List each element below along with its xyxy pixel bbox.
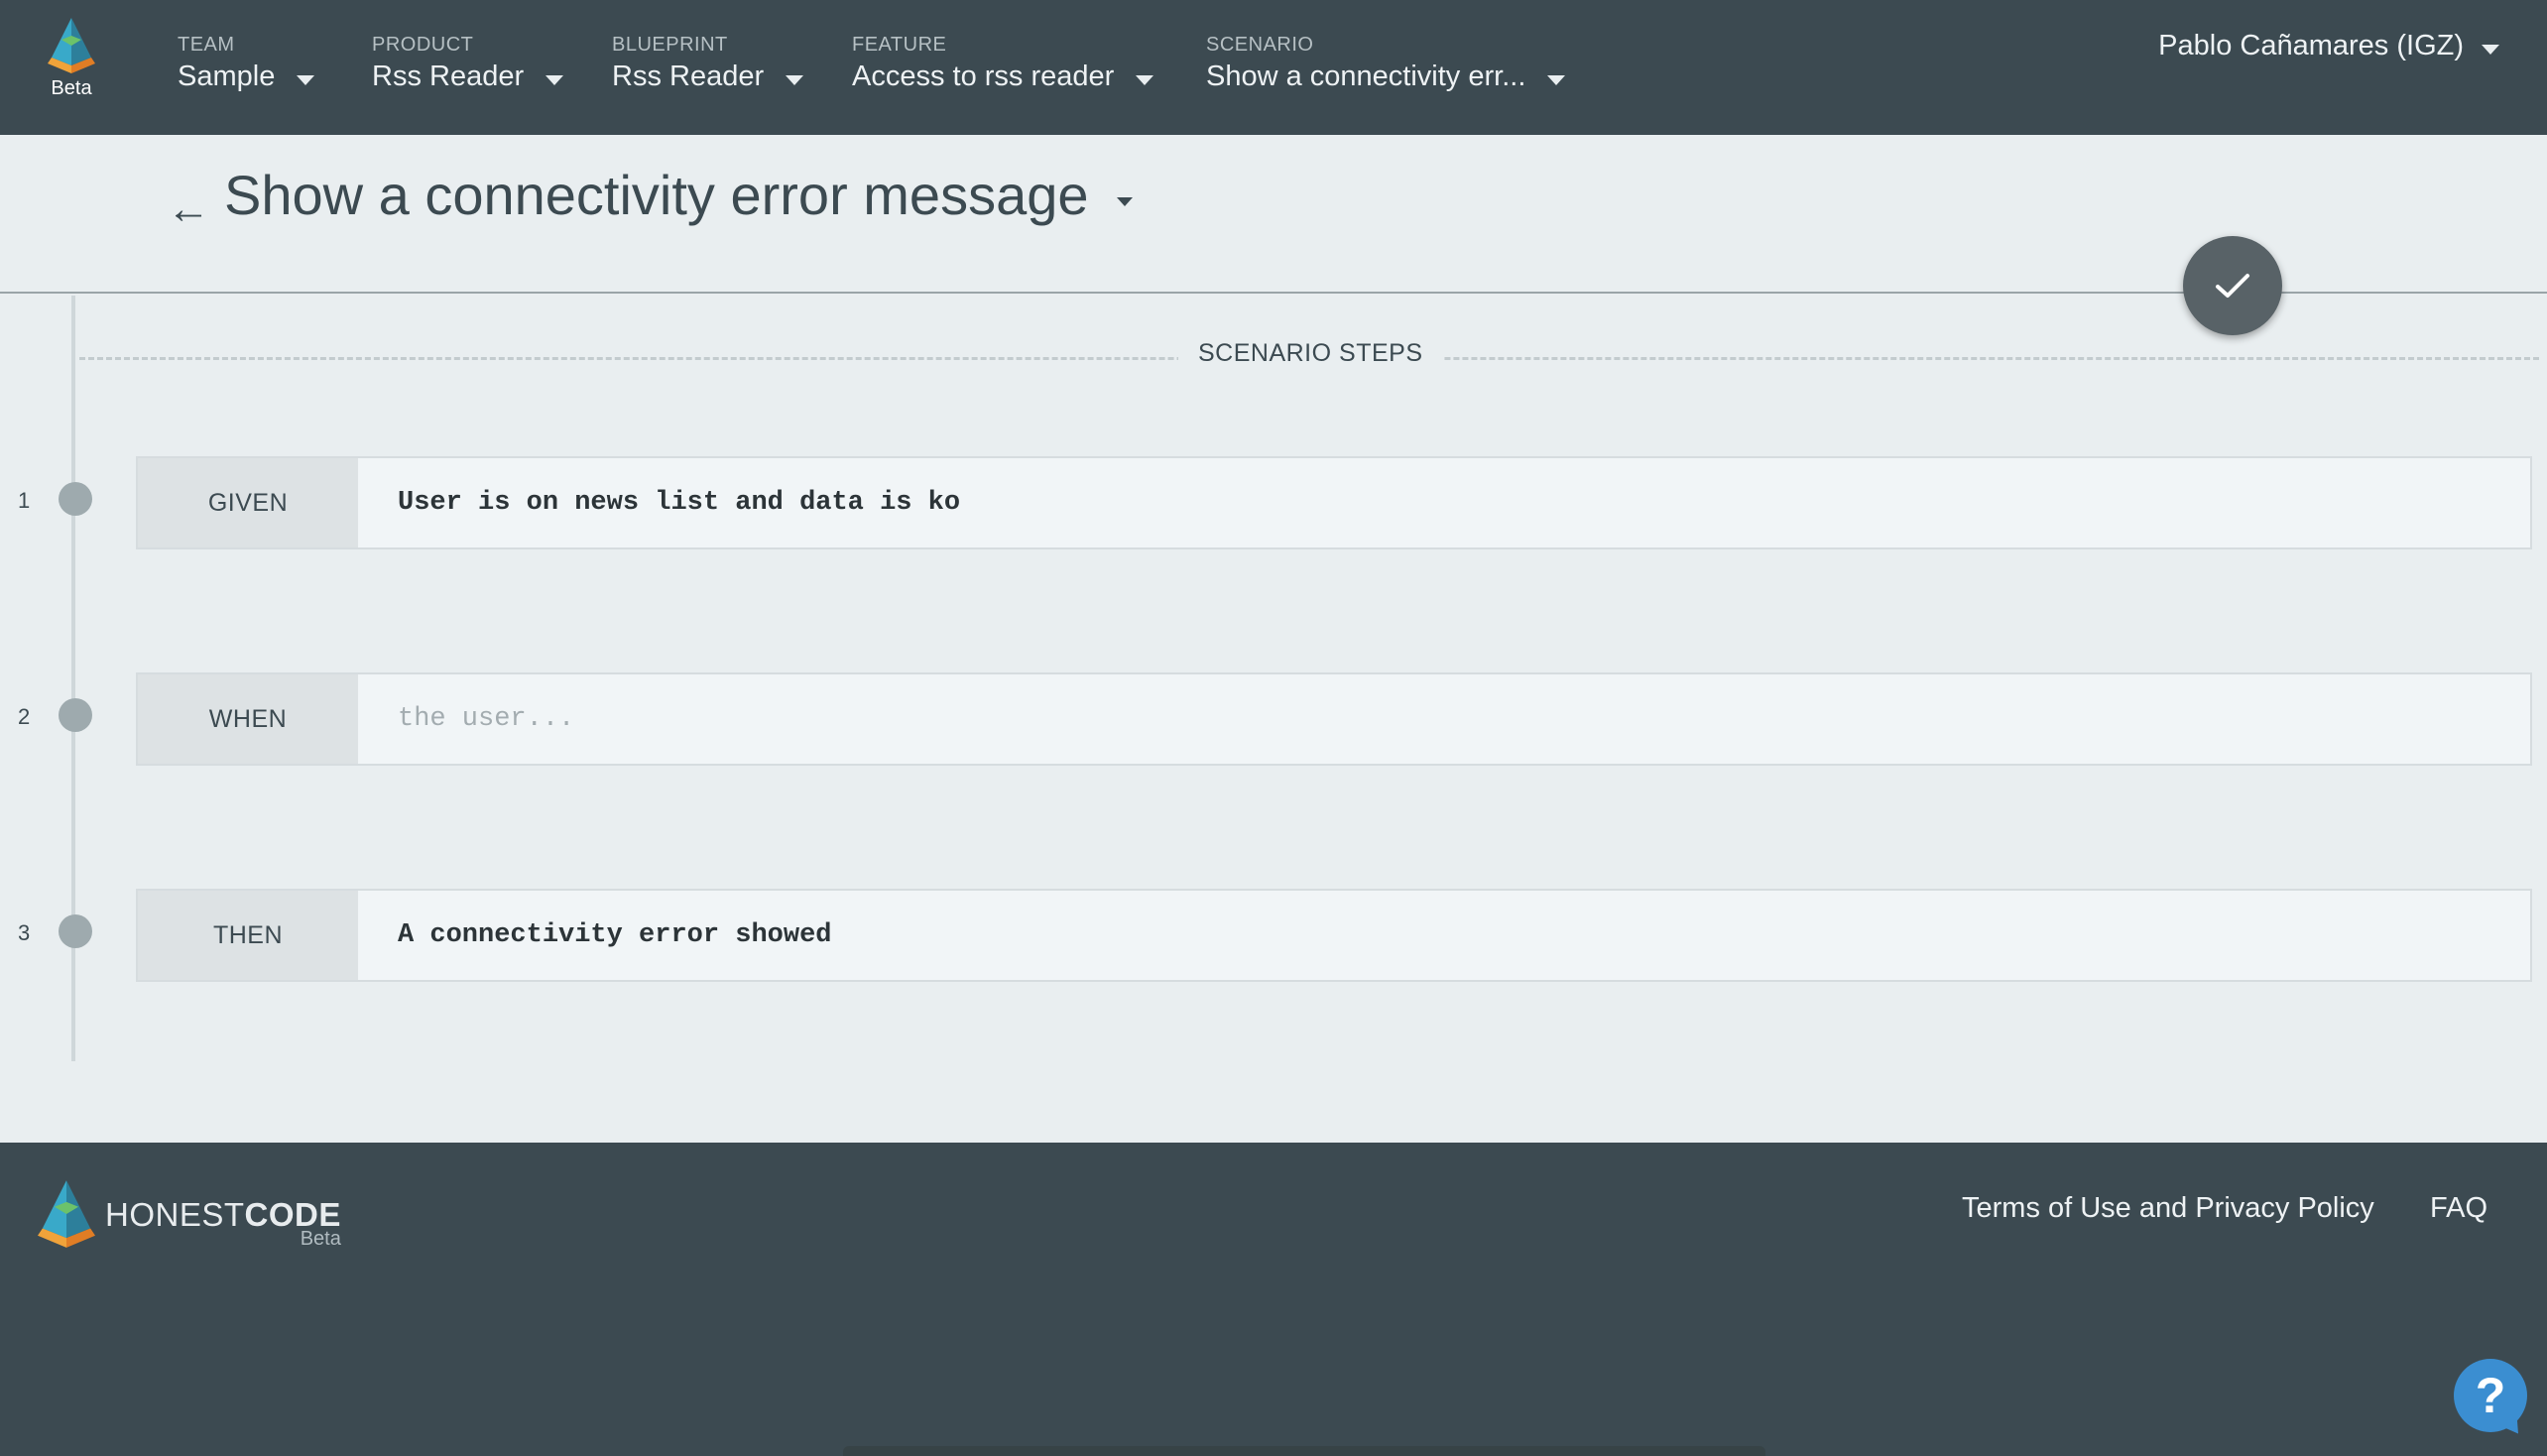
step-row: WHEN the user... — [136, 672, 2532, 766]
title-bar: ← Show a connectivity error message — [0, 135, 2547, 294]
nav-scenario-category: SCENARIO — [1206, 34, 1314, 56]
page-title[interactable]: Show a connectivity error message — [224, 163, 1133, 227]
chevron-down-icon — [297, 74, 315, 85]
bottom-shade — [843, 1446, 1765, 1456]
step-keyword: GIVEN — [138, 458, 358, 547]
chevron-down-icon — [1116, 197, 1133, 206]
top-navbar: Beta TEAM Sample PRODUCT Rss Reader BLUE… — [0, 0, 2547, 135]
step-keyword: THEN — [138, 891, 358, 980]
step-text-input[interactable]: the user... — [358, 674, 2530, 764]
nav-blueprint-value: Rss Reader — [612, 61, 765, 92]
step-row: GIVEN User is on news list and data is k… — [136, 456, 2532, 549]
nav-blueprint-category: BLUEPRINT — [612, 34, 728, 56]
step-number: 1 — [18, 488, 31, 513]
nav-scenario-value: Show a connectivity err... — [1206, 61, 1526, 92]
step-row: THEN A connectivity error showed — [136, 889, 2532, 982]
nav-feature-category: FEATURE — [852, 34, 947, 56]
nav-team-category: TEAM — [178, 34, 235, 56]
nav-product-value: Rss Reader — [372, 61, 525, 92]
step-marker — [59, 482, 92, 516]
nav-product[interactable]: PRODUCT Rss Reader — [372, 34, 564, 93]
section-label: SCENARIO STEPS — [1178, 339, 1443, 368]
chevron-down-icon — [786, 74, 804, 85]
step-number: 2 — [18, 704, 31, 729]
help-icon[interactable]: ? — [2454, 1359, 2527, 1432]
terms-link[interactable]: Terms of Use and Privacy Policy — [1962, 1192, 2374, 1225]
user-name: Pablo Cañamares (IGZ) — [2158, 30, 2464, 61]
step-number: 3 — [18, 920, 31, 945]
pyramid-logo-icon — [48, 18, 95, 73]
nav-team[interactable]: TEAM Sample — [178, 34, 315, 93]
page-title-text: Show a connectivity error message — [224, 164, 1089, 226]
footer: HONESTCODE Beta Terms of Use and Privacy… — [0, 1143, 2547, 1456]
user-menu[interactable]: Pablo Cañamares (IGZ) — [2158, 30, 2499, 62]
pyramid-logo-icon — [38, 1180, 95, 1248]
confirm-button[interactable] — [2183, 236, 2282, 335]
nav-feature-value: Access to rss reader — [852, 61, 1115, 92]
check-icon — [2216, 274, 2249, 298]
nav-product-category: PRODUCT — [372, 34, 474, 56]
nav-scenario[interactable]: SCENARIO Show a connectivity err... — [1206, 34, 1566, 93]
step-marker — [59, 698, 92, 732]
chevron-down-icon — [1136, 74, 1154, 85]
nav-feature[interactable]: FEATURE Access to rss reader — [852, 34, 1154, 93]
brand-name-light: HONEST — [105, 1196, 245, 1233]
chevron-down-icon — [1547, 74, 1566, 85]
footer-brand[interactable]: HONESTCODE Beta — [38, 1180, 341, 1251]
chevron-down-icon — [2482, 44, 2499, 55]
app-logo[interactable]: Beta — [40, 18, 103, 100]
step-keyword: WHEN — [138, 674, 358, 764]
step-text-input[interactable]: User is on news list and data is ko — [358, 458, 2530, 547]
logo-beta-label: Beta — [51, 77, 92, 99]
back-arrow-icon[interactable]: ← — [167, 184, 210, 234]
step-text-input[interactable]: A connectivity error showed — [358, 891, 2530, 980]
nav-blueprint[interactable]: BLUEPRINT Rss Reader — [612, 34, 804, 93]
chevron-down-icon — [546, 74, 564, 85]
nav-team-value: Sample — [178, 61, 276, 92]
main-content: ← Show a connectivity error message SCEN… — [0, 135, 2547, 1143]
step-marker — [59, 914, 92, 948]
faq-link[interactable]: FAQ — [2430, 1192, 2487, 1225]
